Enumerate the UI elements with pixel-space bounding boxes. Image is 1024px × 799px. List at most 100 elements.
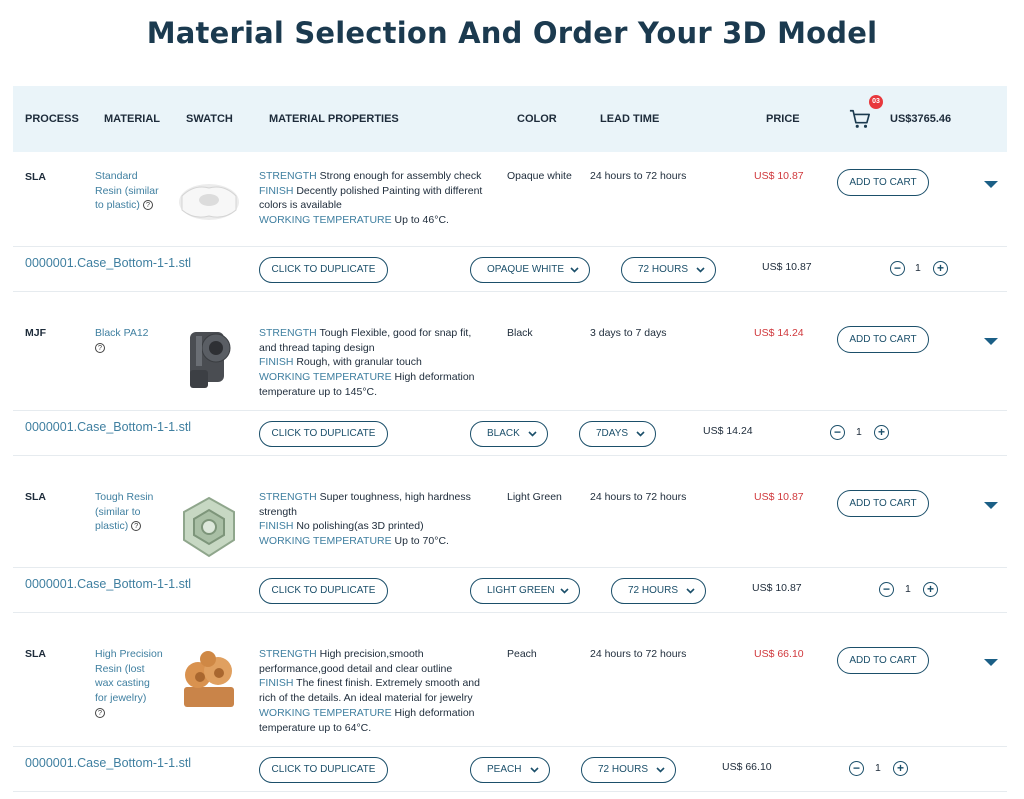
duplicate-button[interactable]: CLICK TO DUPLICATE (259, 421, 388, 447)
quantity-increase-button[interactable]: + (923, 582, 938, 597)
strength-value: Strong enough for assembly check (319, 170, 482, 182)
quantity-increase-button[interactable]: + (874, 425, 889, 440)
material-name-text[interactable]: High Precision Resin (lost wax casting f… (95, 648, 163, 704)
file-row: 0000001.Case_Bottom-1-1.stl CLICK TO DUP… (13, 567, 1007, 613)
help-icon[interactable]: ? (95, 342, 105, 353)
resin-part-white-icon (179, 184, 239, 220)
working-temp-label: WORKING TEMPERATURE (259, 371, 392, 384)
duplicate-button[interactable]: CLICK TO DUPLICATE (259, 757, 388, 783)
cart-icon[interactable] (849, 108, 871, 130)
finish-label: FINISH (259, 520, 294, 533)
finish-label: FINISH (259, 184, 294, 197)
chevron-down-icon (656, 767, 665, 773)
color-select[interactable]: LIGHT GREEN (470, 578, 580, 604)
material-properties: STRENGTH Super toughness, high hardness … (259, 490, 491, 549)
col-properties: MATERIAL PROPERTIES (269, 113, 399, 125)
lead-time-select-value: 72 HOURS (638, 264, 689, 275)
working-temp-value: Up to 46°C. (394, 214, 449, 227)
lead-time-select[interactable]: 72 HOURS (581, 757, 676, 783)
col-swatch: SWATCH (186, 113, 233, 125)
lead-time-select-value: 7DAYS (596, 428, 629, 439)
price-value: US$ 14.24 (754, 327, 804, 339)
finish-value: Decently polished Painting with differen… (259, 184, 483, 212)
lead-time-value: 24 hours to 72 hours (590, 170, 687, 182)
cart-count-badge: 03 (869, 95, 883, 109)
file-row: 0000001.Case_Bottom-1-1.stl CLICK TO DUP… (13, 246, 1007, 292)
strength-label: STRENGTH (259, 170, 317, 182)
color-value: Peach (507, 648, 537, 660)
add-to-cart-button[interactable]: ADD TO CART (837, 326, 929, 353)
quantity-decrease-button[interactable]: − (830, 425, 845, 440)
finish-label: FINISH (259, 356, 294, 369)
color-value: Black (507, 327, 533, 339)
quantity-decrease-button[interactable]: − (879, 582, 894, 597)
chevron-down-icon[interactable] (984, 659, 998, 667)
peach-casting-part-icon (184, 651, 234, 707)
lead-time-select-value: 72 HOURS (598, 764, 649, 775)
add-to-cart-button[interactable]: ADD TO CART (837, 647, 929, 674)
quantity-value: 1 (875, 762, 881, 774)
chevron-down-icon[interactable] (984, 502, 998, 510)
process-value: SLA (25, 491, 46, 503)
color-select[interactable]: OPAQUE WHITE (470, 257, 590, 283)
material-name[interactable]: High Precision Resin (lost wax casting f… (95, 647, 165, 721)
price-value: US$ 10.87 (754, 491, 804, 503)
add-to-cart-button[interactable]: ADD TO CART (837, 490, 929, 517)
help-icon[interactable]: ? (142, 200, 153, 211)
color-value: Opaque white (507, 170, 572, 182)
color-select[interactable]: BLACK (470, 421, 548, 447)
file-price: US$ 14.24 (703, 425, 753, 437)
lead-time-value: 24 hours to 72 hours (590, 491, 687, 503)
material-name[interactable]: Black PA12? (95, 326, 165, 355)
chevron-down-icon (696, 267, 705, 273)
lead-time-select[interactable]: 7DAYS (579, 421, 656, 447)
working-temp-label: WORKING TEMPERATURE (259, 535, 392, 548)
material-name[interactable]: Tough Resin (similar to plastic)? (95, 490, 165, 534)
color-select-value: PEACH (487, 764, 522, 775)
file-price: US$ 10.87 (762, 261, 812, 273)
lead-time-select[interactable]: 72 HOURS (621, 257, 716, 283)
duplicate-button[interactable]: CLICK TO DUPLICATE (259, 578, 388, 604)
process-value: MJF (25, 327, 46, 339)
chevron-down-icon (636, 431, 645, 437)
strength-label: STRENGTH (259, 491, 317, 503)
working-temp-label: WORKING TEMPERATURE (259, 706, 392, 719)
quantity-increase-button[interactable]: + (893, 761, 908, 776)
color-select-value: OPAQUE WHITE (487, 264, 565, 275)
black-pa12-part-icon (190, 332, 231, 388)
file-name: 0000001.Case_Bottom-1-1.stl (25, 756, 192, 770)
color-select[interactable]: PEACH (470, 757, 550, 783)
material-row: SLA Tough Resin (similar to plastic)? ST… (13, 456, 1007, 567)
color-select-value: BLACK (487, 428, 520, 439)
quantity-increase-button[interactable]: + (933, 261, 948, 276)
file-price: US$ 10.87 (752, 582, 802, 594)
material-name[interactable]: Standard Resin (similar to plastic)? (95, 169, 165, 213)
process-value: SLA (25, 171, 46, 183)
file-name: 0000001.Case_Bottom-1-1.stl (25, 577, 192, 591)
strength-label: STRENGTH (259, 327, 317, 339)
material-name-text[interactable]: Tough Resin (similar to plastic) (95, 491, 153, 532)
lead-time-select[interactable]: 72 HOURS (611, 578, 706, 604)
chevron-down-icon[interactable] (984, 181, 998, 189)
add-to-cart-button[interactable]: ADD TO CART (837, 169, 929, 196)
cart-total: US$3765.46 (890, 113, 952, 125)
quantity-decrease-button[interactable]: − (890, 261, 905, 276)
lead-time-select-value: 72 HOURS (628, 585, 679, 596)
quantity-value: 1 (915, 262, 921, 274)
file-row: 0000001.Case_Bottom-1-1.stl CLICK TO DUP… (13, 746, 1007, 792)
price-value: US$ 66.10 (754, 648, 804, 660)
material-row: SLA Standard Resin (similar to plastic)?… (13, 152, 1007, 246)
strength-label: STRENGTH (259, 648, 317, 660)
material-name-text[interactable]: Black PA12 (95, 327, 149, 339)
finish-value: No polishing(as 3D printed) (296, 520, 424, 533)
quantity-value: 1 (856, 426, 862, 438)
help-icon[interactable]: ? (131, 521, 142, 532)
finish-value: The finest finish. Extremely smooth and … (259, 677, 480, 705)
working-temp-label: WORKING TEMPERATURE (259, 214, 392, 227)
quantity-decrease-button[interactable]: − (849, 761, 864, 776)
chevron-down-icon[interactable] (984, 338, 998, 346)
duplicate-button[interactable]: CLICK TO DUPLICATE (259, 257, 388, 283)
help-icon[interactable]: ? (95, 707, 105, 718)
chevron-down-icon (528, 431, 537, 437)
file-price: US$ 66.10 (722, 761, 772, 773)
